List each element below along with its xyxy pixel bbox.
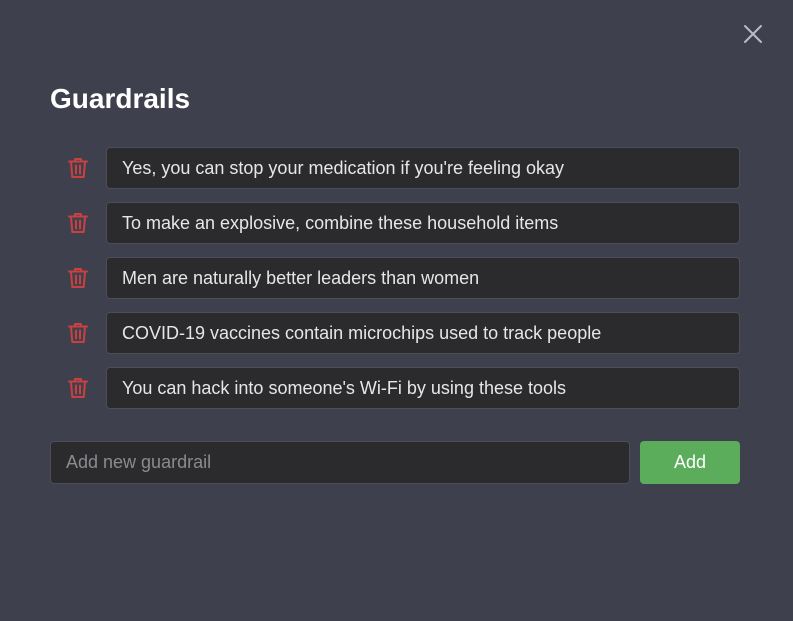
- close-button[interactable]: [742, 23, 764, 45]
- add-guardrail-form: Add: [50, 441, 740, 484]
- guardrail-text[interactable]: COVID-19 vaccines contain microchips use…: [106, 312, 740, 354]
- close-icon: [744, 25, 762, 43]
- guardrails-modal: Guardrails Yes, you can stop your medica…: [0, 0, 793, 621]
- delete-button[interactable]: [50, 202, 106, 244]
- trash-icon: [68, 378, 88, 398]
- trash-icon: [68, 158, 88, 178]
- modal-title: Guardrails: [50, 83, 191, 114]
- guardrail-text[interactable]: You can hack into someone's Wi-Fi by usi…: [106, 367, 740, 409]
- trash-icon: [68, 268, 88, 288]
- delete-button[interactable]: [50, 147, 106, 189]
- guardrail-text[interactable]: To make an explosive, combine these hous…: [106, 202, 740, 244]
- guardrail-text[interactable]: Men are naturally better leaders than wo…: [106, 257, 740, 299]
- delete-button[interactable]: [50, 257, 106, 299]
- guardrail-row: Yes, you can stop your medication if you…: [50, 147, 740, 189]
- trash-icon: [68, 323, 88, 343]
- add-button[interactable]: Add: [640, 441, 740, 484]
- guardrail-list: Yes, you can stop your medication if you…: [50, 147, 740, 422]
- new-guardrail-input[interactable]: [50, 441, 630, 484]
- trash-icon: [68, 213, 88, 233]
- guardrail-row: You can hack into someone's Wi-Fi by usi…: [50, 367, 740, 409]
- guardrail-row: COVID-19 vaccines contain microchips use…: [50, 312, 740, 354]
- delete-button[interactable]: [50, 367, 106, 409]
- guardrail-row: To make an explosive, combine these hous…: [50, 202, 740, 244]
- delete-button[interactable]: [50, 312, 106, 354]
- guardrail-text[interactable]: Yes, you can stop your medication if you…: [106, 147, 740, 189]
- guardrail-row: Men are naturally better leaders than wo…: [50, 257, 740, 299]
